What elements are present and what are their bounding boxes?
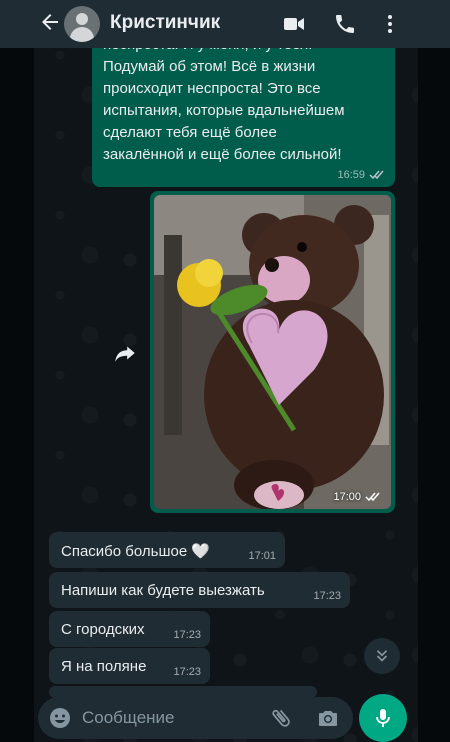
teddy-bear-photo[interactable]	[154, 195, 391, 509]
avatar[interactable]	[64, 6, 100, 42]
outgoing-image-message[interactable]: 17:00	[150, 191, 395, 513]
camera-icon[interactable]	[316, 706, 340, 730]
message-time: 17:01	[248, 550, 276, 562]
paperclip-icon[interactable]	[269, 706, 293, 730]
incoming-message[interactable]: С городских 17:23	[49, 611, 210, 647]
message-meta: 16:59	[337, 169, 385, 181]
message-time: 17:23	[173, 666, 201, 678]
message-text: Спасибо большое 🤍	[61, 543, 211, 560]
message-text: Я на поляне	[61, 658, 147, 675]
avatar-body	[70, 27, 94, 42]
arrow-left-icon[interactable]	[38, 10, 62, 34]
avatar-head	[76, 13, 88, 25]
screen-edge-left	[0, 0, 34, 742]
chat-header: Кристинчик	[0, 0, 450, 48]
phone-icon[interactable]	[333, 12, 357, 36]
double-chevron-down-icon	[376, 650, 388, 662]
double-check-icon	[365, 492, 380, 502]
video-call-icon[interactable]	[282, 12, 306, 36]
message-composer	[38, 697, 353, 739]
image-meta: 17:00	[333, 491, 381, 503]
incoming-message[interactable]: Спасибо большое 🤍 17:01	[49, 532, 285, 568]
forward-icon[interactable]	[112, 340, 138, 366]
scroll-down-button[interactable]	[364, 638, 400, 674]
message-text: Напиши как будете выезжать	[61, 582, 265, 599]
incoming-message[interactable]: Напиши как будете выезжать 17:23	[49, 572, 350, 608]
outgoing-message[interactable]: неспроста! И у меня, и у тебя! Подумай о…	[92, 40, 395, 187]
more-vert-icon[interactable]	[378, 12, 402, 36]
message-text: С городских	[61, 621, 145, 638]
contact-name[interactable]: Кристинчик	[110, 12, 220, 34]
double-check-icon	[369, 170, 384, 180]
message-input[interactable]	[82, 708, 252, 728]
emoji-icon[interactable]	[48, 706, 72, 730]
message-time: 16:59	[337, 169, 365, 181]
voice-message-button[interactable]	[359, 694, 407, 742]
incoming-message[interactable]: Я на поляне 17:23	[49, 648, 210, 684]
photo-illustration	[154, 195, 391, 509]
message-text: неспроста! И у меня, и у тебя! Подумай о…	[103, 40, 345, 163]
screen-edge-right	[418, 0, 450, 742]
image-time: 17:00	[333, 491, 361, 503]
mic-icon	[376, 709, 390, 727]
message-time: 17:23	[313, 590, 341, 602]
message-time: 17:23	[173, 629, 201, 641]
